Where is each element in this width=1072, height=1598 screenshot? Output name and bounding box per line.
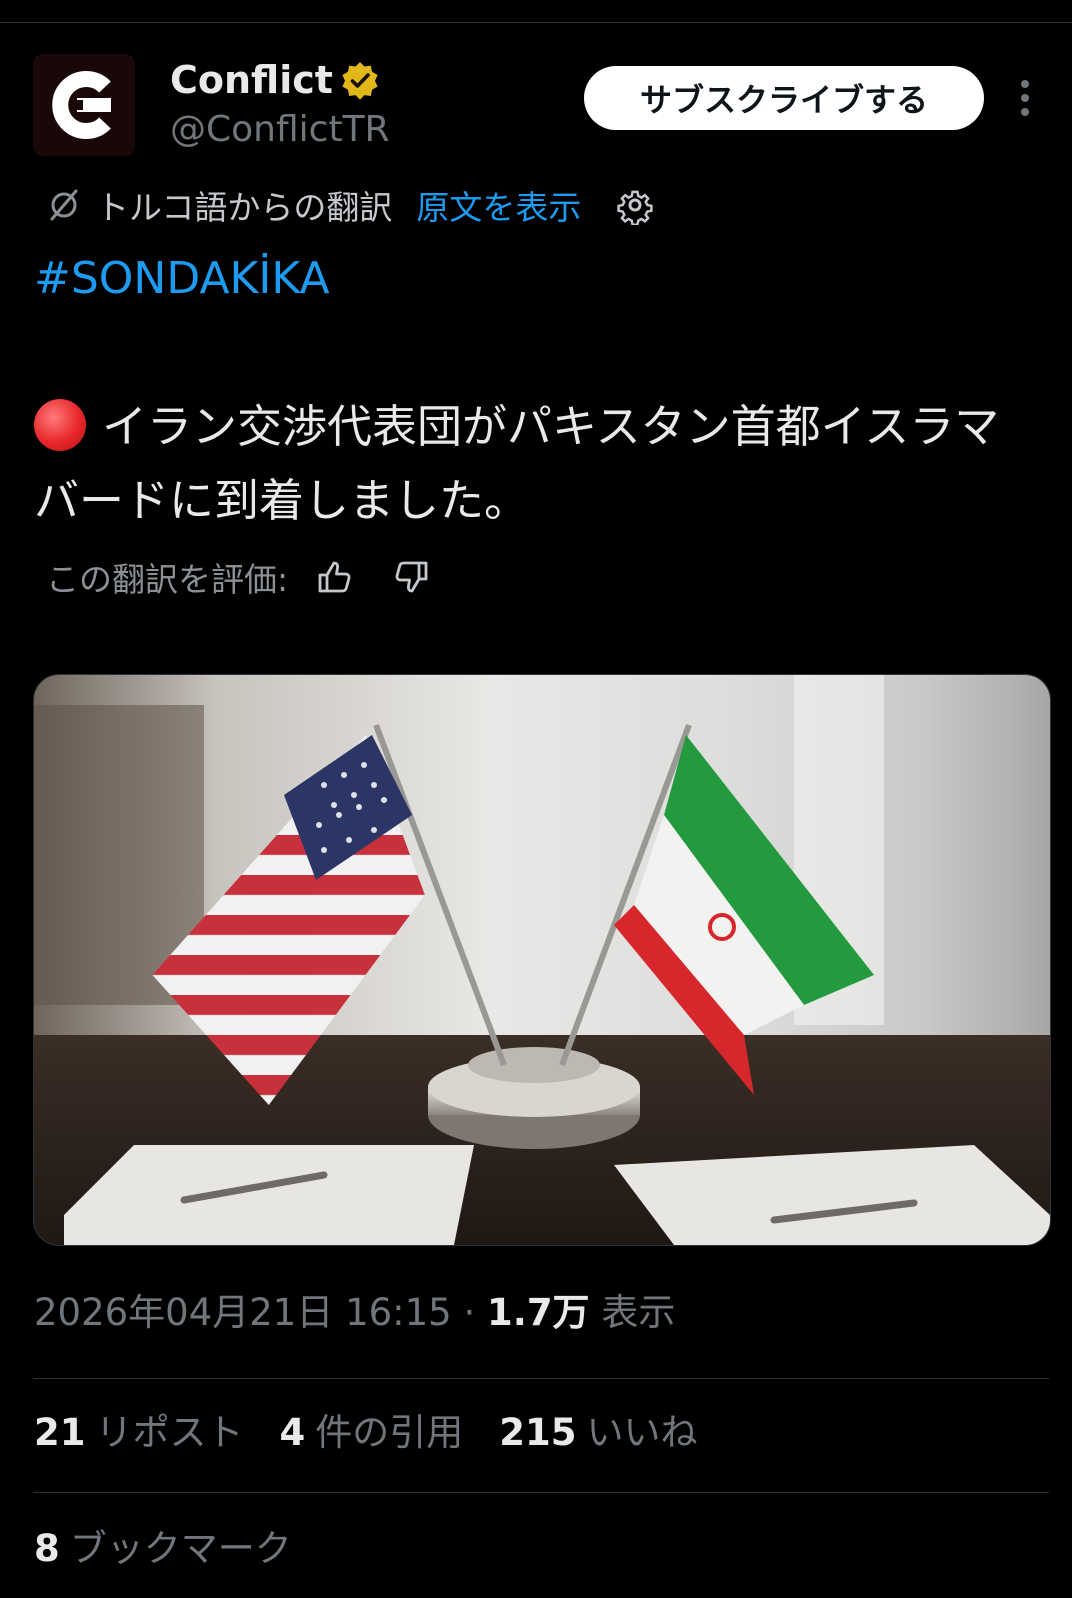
views-count: 1.7万 [487, 1291, 590, 1334]
translation-row: トルコ語からの翻訳 原文を表示 [44, 180, 655, 230]
reposts-count: 21 [34, 1411, 86, 1454]
quotes-stat[interactable]: 4 件の引用 [280, 1410, 464, 1456]
engagement-stats: 21 リポスト 4 件の引用 215 いいね [34, 1410, 733, 1456]
hashtag-link[interactable]: #SONDAKİKA [34, 252, 330, 306]
verified-badge-icon [342, 62, 378, 100]
author-handle[interactable]: @ConflictTR [170, 108, 390, 152]
tweet-text-content: イラン交渉代表団がパキスタン首都イスラマバードに到着しました。 [34, 400, 1000, 527]
likes-count: 215 [499, 1411, 577, 1454]
bookmarks-count: 8 [34, 1527, 60, 1570]
author-display-name[interactable]: Conflict [170, 58, 333, 102]
reposts-label: リポスト [95, 1411, 244, 1454]
meta-separator: · [463, 1291, 476, 1334]
likes-label: いいね [586, 1411, 698, 1454]
bookmarks-label: ブックマーク [69, 1527, 292, 1570]
quotes-count: 4 [279, 1411, 306, 1454]
show-original-link[interactable]: 原文を表示 [416, 181, 581, 229]
tweet-meta: 2026年04月21日 16:15 · 1.7万 表示 [34, 1290, 675, 1336]
subscribe-button[interactable]: サブスクライブする [584, 66, 984, 130]
tweet-timestamp[interactable]: 2026年04月21日 16:15 [34, 1291, 452, 1334]
avatar-logo [33, 54, 135, 156]
avatar[interactable] [33, 54, 135, 156]
views-label: 表示 [601, 1291, 676, 1334]
tweet-text: イラン交渉代表団がパキスタン首都イスラマバードに到着しました。 [34, 390, 1034, 538]
rate-translation-row: この翻訳を評価: [46, 552, 432, 602]
tweet-image[interactable] [33, 674, 1051, 1246]
top-divider [0, 22, 1072, 23]
rate-translation-label: この翻訳を評価: [46, 560, 289, 599]
translate-icon [50, 189, 78, 221]
thumbs-up-icon[interactable] [314, 557, 354, 597]
quotes-label: 件の引用 [315, 1411, 464, 1454]
red-circle-icon [34, 399, 86, 451]
likes-stat[interactable]: 215 いいね [499, 1410, 697, 1456]
translation-label: トルコ語からの翻訳 [96, 188, 393, 227]
divider [33, 1492, 1049, 1493]
thumbs-down-icon[interactable] [392, 557, 432, 597]
reposts-stat[interactable]: 21 リポスト [34, 1410, 244, 1456]
divider [33, 1378, 1049, 1379]
gear-icon[interactable] [615, 185, 655, 225]
flags-photo [34, 675, 1050, 1245]
bookmarks-stat[interactable]: 8 ブックマーク [34, 1526, 292, 1572]
more-vertical-icon[interactable] [1010, 76, 1040, 120]
